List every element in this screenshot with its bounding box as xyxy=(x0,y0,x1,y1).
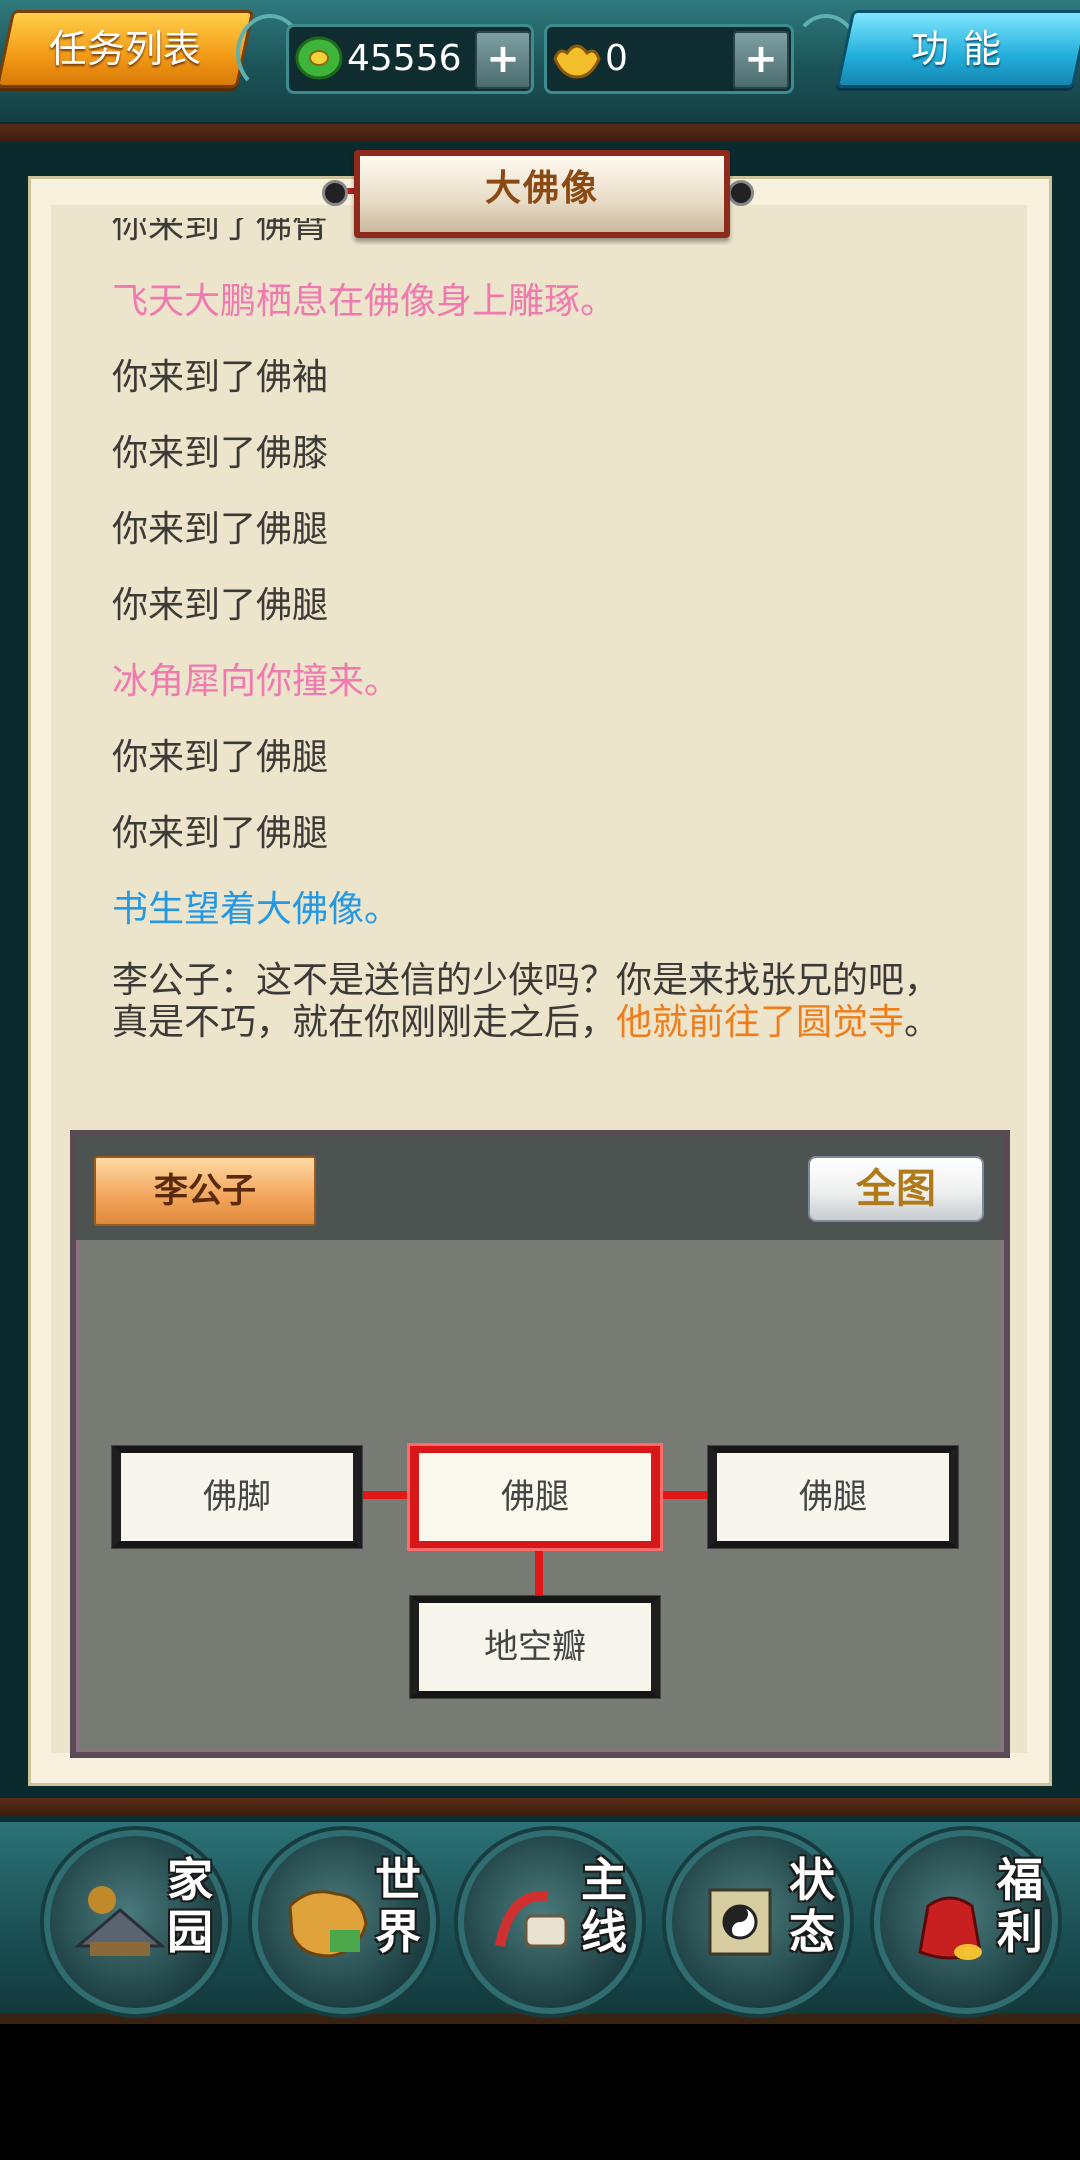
frame-bottom-border xyxy=(0,1798,1080,1816)
welfare-gift-bag-icon xyxy=(918,1896,982,1960)
log-line: 你来到了佛腿 xyxy=(112,813,329,854)
log-line: 你来到了佛臂 xyxy=(112,218,329,246)
coins-value: 45556 xyxy=(347,38,462,79)
ingots-value: 0 xyxy=(605,38,628,79)
nav-status[interactable]: 状态 xyxy=(666,1830,850,2014)
full-map-button[interactable]: 全图 xyxy=(808,1156,984,1222)
title-pin-right xyxy=(728,180,754,206)
nav-main-quest-label: 主线 xyxy=(581,1853,627,1959)
log-line-event: 冰角犀向你撞来。 xyxy=(112,661,401,702)
map-header: 李公子 全图 xyxy=(76,1136,1004,1240)
npc-dialog: 李公子：这不是送信的少侠吗？你是来找张兄的吧，真是不巧，就在你刚刚走之后，他就前… xyxy=(112,960,942,1044)
gold-ingot-icon xyxy=(553,44,601,79)
map-link-left xyxy=(360,1491,412,1499)
map-link-right xyxy=(658,1491,710,1499)
nav-welfare[interactable]: 福利 xyxy=(874,1830,1058,2014)
function-label: 功能 xyxy=(910,27,1015,71)
home-icon xyxy=(73,1886,167,1956)
map-node-right[interactable]: 佛腿 xyxy=(708,1446,958,1548)
message-log[interactable]: 你来到了佛臂 飞天大鹏栖息在佛像身上雕琢。 你来到了佛袖 你来到了佛膝 你来到了… xyxy=(112,218,942,1108)
ingots-display: 0 + xyxy=(544,24,794,94)
map-node-current[interactable]: 佛腿 xyxy=(410,1446,660,1548)
map-node-left[interactable]: 佛脚 xyxy=(112,1446,362,1548)
add-ingots-button[interactable]: + xyxy=(733,31,789,89)
world-map-icon xyxy=(288,1890,368,1958)
coins-display: 45556 + xyxy=(286,24,534,94)
log-line: 你来到了佛腿 xyxy=(112,509,329,550)
top-bar: 任务列表 45556 + 0 + 功能 xyxy=(0,0,1080,126)
nav-home-label: 家园 xyxy=(167,1853,213,1959)
log-line: 你来到了佛腿 xyxy=(112,585,329,626)
npc-dialog-highlight: 他就前往了圆觉寺 xyxy=(616,1002,905,1043)
npc-dialog-end: 。 xyxy=(904,1002,941,1043)
status-scroll-icon xyxy=(708,1888,772,1956)
nav-status-label: 状态 xyxy=(789,1853,835,1959)
function-button[interactable]: 功能 xyxy=(835,10,1080,88)
title-pin-left xyxy=(322,180,348,206)
task-list-button[interactable]: 任务列表 xyxy=(0,10,255,88)
frame-top-border xyxy=(0,124,1080,142)
log-line: 你来到了佛腿 xyxy=(112,737,329,778)
map-node-bottom[interactable]: 地空瓣 xyxy=(410,1596,660,1698)
nav-world-label: 世界 xyxy=(375,1853,421,1959)
task-list-label: 任务列表 xyxy=(48,27,201,71)
map-link-down xyxy=(535,1546,543,1598)
log-line-event: 飞天大鹏栖息在佛像身上雕琢。 xyxy=(112,281,617,322)
add-coins-button[interactable]: + xyxy=(475,31,531,89)
log-line: 你来到了佛袖 xyxy=(112,357,329,398)
bottom-nav: 家园 世界 主线 状态 福利 xyxy=(0,1816,1080,2024)
location-title-text: 大佛像 xyxy=(484,168,599,209)
npc-button[interactable]: 李公子 xyxy=(94,1156,316,1226)
jade-coin-icon xyxy=(295,36,343,80)
nav-welfare-label: 福利 xyxy=(997,1853,1043,1959)
nav-home[interactable]: 家园 xyxy=(44,1830,228,2014)
main-quest-icon xyxy=(495,1890,568,1948)
nav-world[interactable]: 世界 xyxy=(252,1830,436,2014)
area-map: 李公子 全图 佛脚 佛腿 佛腿 地空瓣 xyxy=(70,1130,1010,1758)
nav-main-quest[interactable]: 主线 xyxy=(458,1830,642,2014)
log-line: 你来到了佛膝 xyxy=(112,433,329,474)
log-line-npc: 书生望着大佛像。 xyxy=(112,889,401,930)
